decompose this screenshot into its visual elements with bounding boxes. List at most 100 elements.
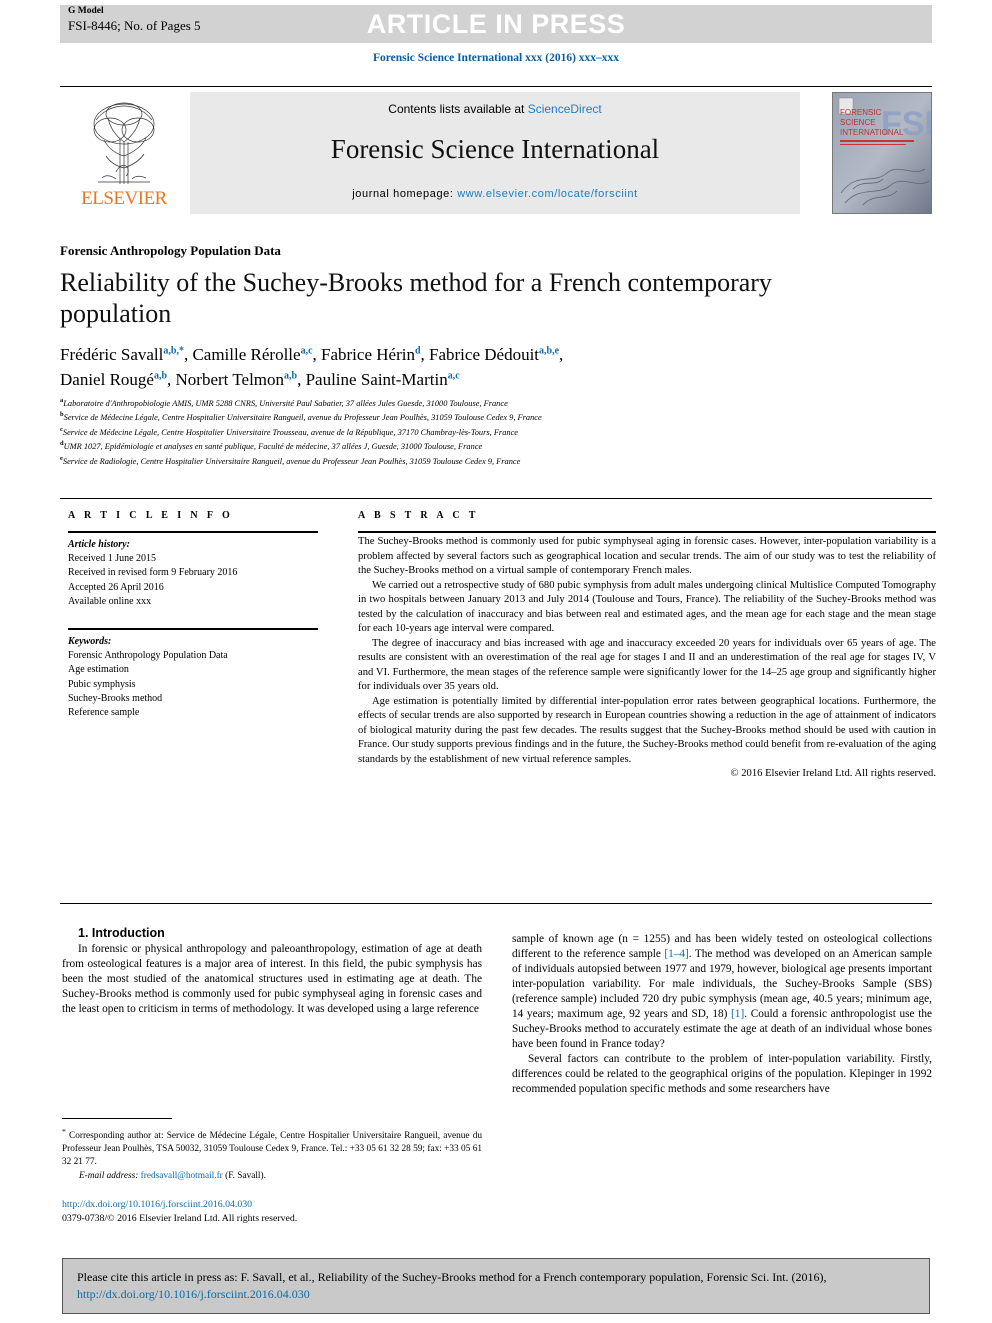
abstract-paragraph: We carried out a retrospective study of … [358, 579, 936, 635]
body-paragraph: sample of known age (n = 1255) and has b… [512, 932, 932, 1052]
keyword-item: Forensic Anthropology Population Data [68, 650, 228, 662]
section-kicker: Forensic Anthropology Population Data [60, 243, 281, 258]
author-affiliation-mark: a,b,e [539, 345, 560, 357]
history-item: Received in revised form 9 February 2016 [68, 567, 238, 579]
section-heading-introduction: 1. Introduction [78, 926, 165, 940]
article-info-heading: A R T I C L E I N F O [68, 510, 234, 521]
author-line: Frédéric Savalla,b,*, Camille Rérollea,c… [60, 345, 564, 364]
abstract-paragraph: The Suchey-Brooks method is commonly use… [358, 536, 936, 576]
abstract-paragraph: Age estimation is potentially limited by… [358, 695, 936, 765]
affiliation-text: Laboratoire d'Anthropobiologie AMIS, UMR… [63, 398, 508, 408]
masthead-center-panel: Contents lists available at ScienceDirec… [190, 92, 800, 214]
affiliation-text: Service de Médecine Légale, Centre Hospi… [63, 413, 542, 423]
article-history-block: Article history: Received 1 June 2015 Re… [68, 538, 318, 609]
affiliation-text: UMR 1027, Epidémiologie et analyses en s… [63, 442, 483, 452]
author-name: Fabrice Hérin [321, 345, 415, 364]
citation-ref[interactable]: [1] [731, 1008, 744, 1020]
keyword-item: Suchey-Brooks method [68, 692, 163, 704]
body-paragraph: In forensic or physical anthropology and… [62, 942, 482, 1015]
homepage-label: journal homepage: [352, 188, 458, 200]
keyword-item: Pubic symphysis [68, 678, 136, 690]
issn-copyright-line: 0379-0738/© 2016 Elsevier Ireland Ltd. A… [62, 1213, 298, 1225]
author-affiliation-mark: a,b [284, 369, 298, 381]
keywords-label: Keywords: [68, 636, 112, 647]
contents-prefix: Contents lists available at [388, 102, 528, 116]
homepage-link[interactable]: www.elsevier.com/locate/forsciint [457, 188, 638, 200]
author-list: Frédéric Savalla,b,*, Camille Rérollea,c… [60, 343, 890, 392]
manuscript-id-block: G Model FSI-8446; No. of Pages 5 [68, 6, 201, 34]
author-affiliation-mark: d [414, 345, 421, 357]
journal-citation-line: Forensic Science International xxx (2016… [372, 52, 620, 64]
affiliation-item: dUMR 1027, Epidémiologie et analyses en … [60, 439, 910, 453]
masthead-top-rule [60, 86, 932, 87]
email-link[interactable]: fredsavall@hotmail.fr [141, 1171, 223, 1181]
affiliation-item: cService de Médecine Légale, Centre Hosp… [60, 425, 910, 439]
abstract-heading: A B S T R A C T [358, 510, 479, 521]
history-item: Received 1 June 2015 [68, 553, 157, 565]
page-title: Reliability of the Suchey-Brooks method … [60, 268, 772, 328]
keyword-item: Reference sample [68, 706, 140, 718]
affiliation-list: aLaboratoire d'Anthropobiologie AMIS, UM… [60, 396, 910, 468]
svg-text:INTERNATIONAL: INTERNATIONAL [840, 128, 904, 137]
article-history-label: Article history: [68, 539, 130, 550]
abstract-paragraph: The degree of inaccuracy and bias increa… [358, 637, 936, 693]
corresponding-author-note: * Corresponding author at: Service de Mé… [62, 1126, 482, 1170]
elsevier-tree-icon [93, 102, 155, 184]
manuscript-number: FSI-8446; No. of Pages 5 [68, 17, 201, 33]
footnote-block: * Corresponding author at: Service de Mé… [62, 1126, 482, 1183]
g-model-label: G Model [68, 6, 104, 16]
author-line: Daniel Rougéa,b, Norbert Telmona,b, Paul… [60, 369, 460, 389]
svg-text:FSI: FSI [881, 105, 931, 143]
author-name: Daniel Rougé [60, 369, 154, 389]
author-affiliation-mark: a,c [300, 345, 313, 357]
keywords-block: Keywords: Forensic Anthropology Populati… [68, 635, 318, 720]
affiliation-text: Service de Médecine Légale, Centre Hospi… [62, 427, 518, 437]
cite-this-article-box: Please cite this article in press as: F.… [62, 1258, 930, 1314]
elsevier-logo: ELSEVIER [60, 92, 188, 214]
journal-name: Forensic Science International [330, 134, 660, 164]
affiliation-text: Service de Radiologie, Centre Hospitalie… [62, 456, 521, 466]
article-info-rule [68, 531, 318, 533]
keyword-item: Age estimation [68, 664, 129, 676]
affiliation-item: aLaboratoire d'Anthropobiologie AMIS, UM… [60, 396, 910, 410]
sciencedirect-link[interactable]: ScienceDirect [528, 102, 602, 116]
svg-text:SCIENCE: SCIENCE [840, 118, 876, 127]
author-name: Frédéric Savall [60, 345, 164, 364]
email-label: E-mail address: [79, 1170, 139, 1181]
author-name: Norbert Telmon [175, 369, 285, 389]
body-column-right: sample of known age (n = 1255) and has b… [512, 932, 932, 1097]
journal-cover-art: FSI FORENSIC SCIENCE INTERNATIONAL [833, 93, 931, 213]
author-name: Fabrice Dédouit [429, 345, 540, 364]
abstract-copyright: © 2016 Elsevier Ireland Ltd. All rights … [730, 768, 936, 779]
contents-available-line: Contents lists available at ScienceDirec… [190, 102, 800, 116]
abstract-bottom-rule [60, 903, 932, 904]
keywords-rule [68, 628, 318, 630]
affiliation-item: bService de Médecine Légale, Centre Hosp… [60, 410, 910, 424]
info-top-rule [60, 498, 932, 499]
citation-ref[interactable]: [1–4] [664, 948, 688, 960]
article-page: ARTICLE IN PRESS G Model FSI-8446; No. o… [0, 0, 992, 1323]
email-owner: (F. Savall). [225, 1170, 266, 1181]
journal-homepage-line: journal homepage: www.elsevier.com/locat… [190, 188, 800, 200]
journal-cover-thumbnail: FSI FORENSIC SCIENCE INTERNATIONAL [832, 92, 932, 214]
author-affiliation-mark: a,b,* [163, 345, 184, 357]
affiliation-item: eService de Radiologie, Centre Hospitali… [60, 454, 910, 468]
corresponding-text: Corresponding author at: Service de Méde… [62, 1131, 482, 1168]
abstract-rule [358, 531, 936, 533]
body-paragraph: Several factors can contribute to the pr… [512, 1053, 932, 1096]
elsevier-wordmark: ELSEVIER [81, 188, 167, 209]
email-note: E-mail address: fredsavall@hotmail.fr (F… [62, 1170, 482, 1183]
author-name: Camille Rérolle [192, 345, 301, 364]
author-affiliation-mark: a,c [447, 369, 460, 381]
author-name: Pauline Saint-Martin [305, 369, 448, 389]
body-column-left: 1. Introduction In forensic or physical … [62, 925, 482, 1017]
cite-doi-link[interactable]: http://dx.doi.org/10.1016/j.forsciint.20… [77, 1287, 310, 1301]
cite-text: Please cite this article in press as: F.… [77, 1270, 827, 1284]
journal-masthead: ELSEVIER Contents lists available at Sci… [60, 92, 932, 214]
abstract-body: The Suchey-Brooks method is commonly use… [358, 535, 936, 782]
history-item: Available online xxx [68, 595, 152, 607]
history-item: Accepted 26 April 2016 [68, 581, 164, 593]
footnote-rule [62, 1118, 172, 1119]
doi-link[interactable]: http://dx.doi.org/10.1016/j.forsciint.20… [62, 1198, 482, 1212]
doi-block: http://dx.doi.org/10.1016/j.forsciint.20… [62, 1198, 482, 1226]
